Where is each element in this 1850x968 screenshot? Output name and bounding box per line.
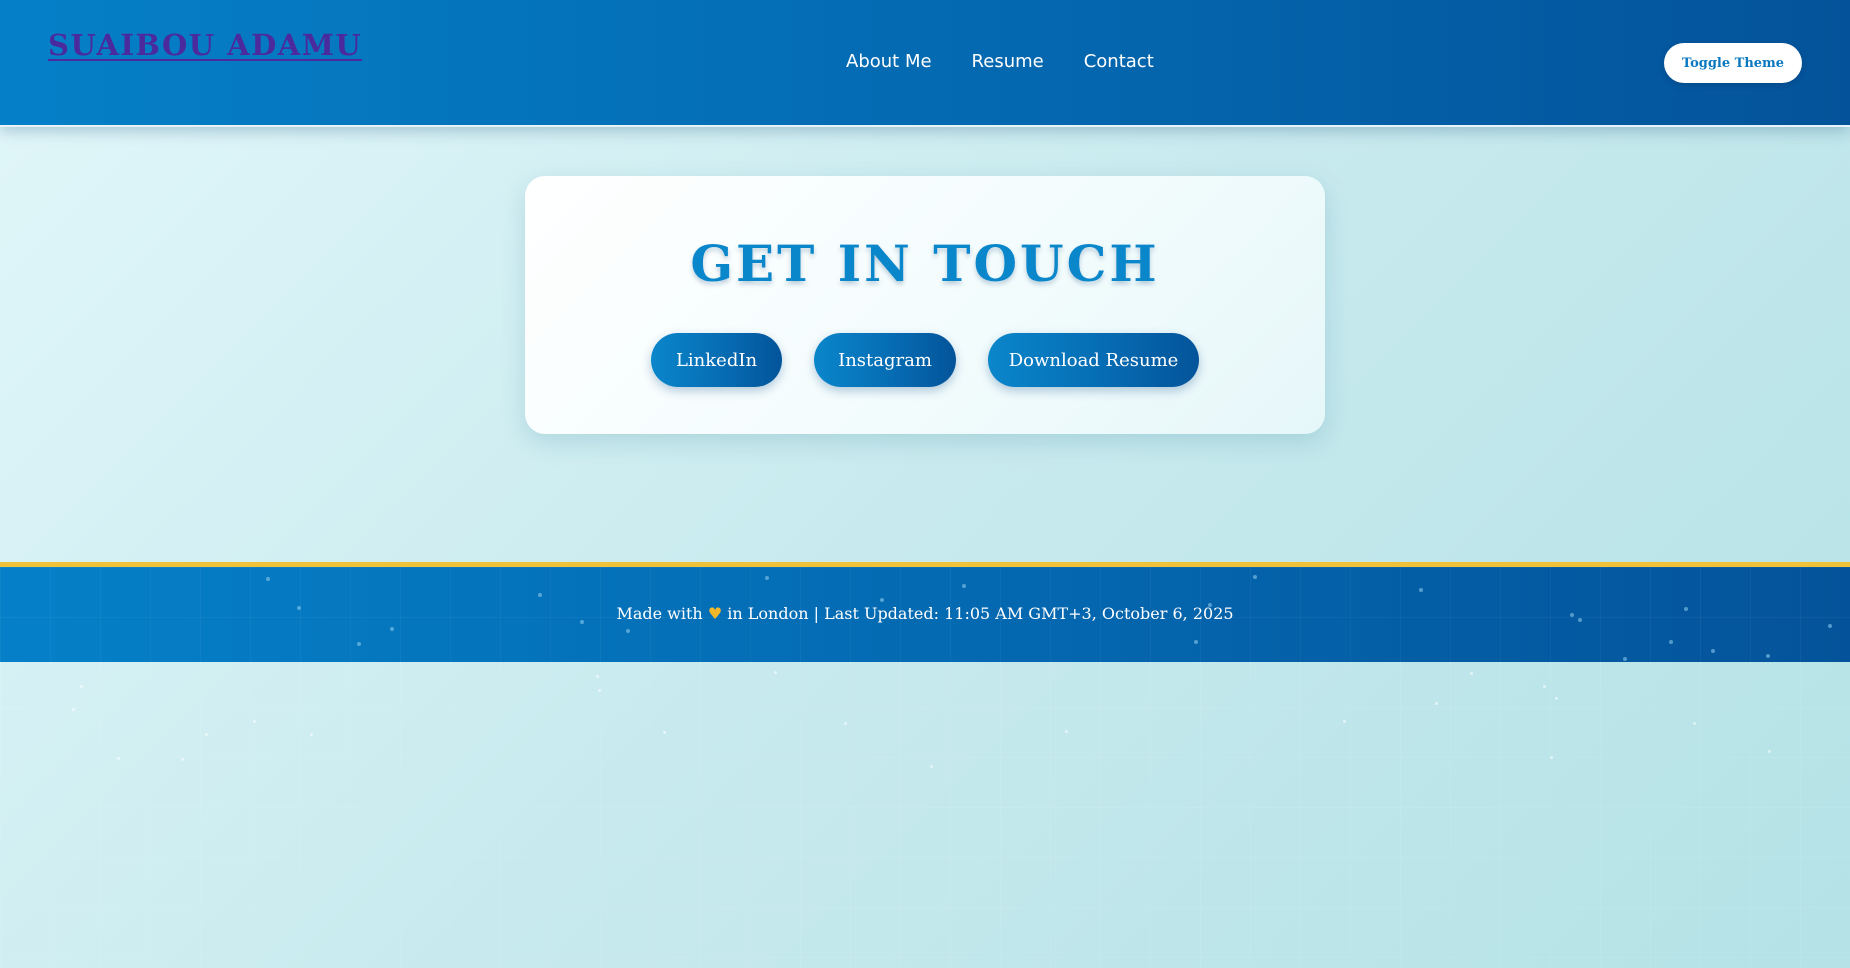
particle-dot	[1194, 640, 1198, 644]
particle-dot	[598, 689, 601, 692]
particle-dot	[1470, 672, 1473, 675]
particle-dot	[1253, 575, 1257, 579]
particle-dot	[1623, 657, 1627, 661]
particle-dot	[765, 576, 769, 580]
particle-dot	[1435, 702, 1438, 705]
contact-card: GET IN TOUCH LinkedIn Instagram Download…	[525, 176, 1325, 434]
particle-dot	[390, 627, 394, 631]
particle-dot	[1828, 624, 1832, 628]
particle-dot	[205, 733, 208, 736]
site-footer: Made with ♥ in London | Last Updated: 11…	[0, 562, 1850, 662]
particle-dot	[844, 722, 847, 725]
particle-dot	[1550, 756, 1553, 759]
brand-logo-link[interactable]: SUAIBOU ADAMU	[48, 28, 362, 62]
particle-dot	[117, 757, 120, 760]
particle-dot	[181, 758, 184, 761]
linkedin-button[interactable]: LinkedIn	[651, 333, 782, 387]
particle-dot	[266, 577, 270, 581]
particle-dot	[1766, 654, 1770, 658]
particle-dot	[1343, 720, 1346, 723]
particle-dot	[1768, 750, 1771, 753]
heart-icon: ♥	[707, 604, 723, 623]
background-grid	[0, 657, 1850, 968]
particle-dot	[1693, 722, 1696, 725]
particle-dot	[930, 765, 933, 768]
nav-link-resume[interactable]: Resume	[972, 51, 1044, 72]
particle-dot	[1543, 685, 1546, 688]
particle-dot	[1711, 649, 1715, 653]
particle-dot	[962, 584, 966, 588]
particle-dot	[596, 675, 599, 678]
footer-made-with: Made with	[616, 604, 703, 623]
site-header: SUAIBOU ADAMU About Me Resume Contact To…	[0, 0, 1850, 127]
particle-dot	[663, 731, 666, 734]
toggle-theme-button[interactable]: Toggle Theme	[1664, 43, 1802, 83]
particle-dot	[357, 642, 361, 646]
particle-dot	[72, 708, 75, 711]
particle-dot	[310, 733, 313, 736]
particle-dot	[80, 685, 83, 688]
footer-location-updated: in London | Last Updated: 11:05 AM GMT+3…	[727, 604, 1234, 623]
contact-title: GET IN TOUCH	[690, 234, 1160, 293]
contact-links: LinkedIn Instagram Download Resume	[525, 333, 1325, 387]
nav-link-about-me[interactable]: About Me	[846, 51, 932, 72]
nav-link-contact[interactable]: Contact	[1084, 51, 1154, 72]
instagram-button[interactable]: Instagram	[814, 333, 956, 387]
main-nav: About Me Resume Contact	[846, 51, 1154, 72]
particle-dot	[1419, 588, 1423, 592]
particle-dot	[538, 593, 542, 597]
footer-text: Made with ♥ in London | Last Updated: 11…	[0, 604, 1850, 623]
particle-dot	[1669, 640, 1673, 644]
particle-dot	[253, 720, 256, 723]
particle-dot	[774, 671, 777, 674]
particle-dot	[880, 598, 884, 602]
particle-dot	[1065, 730, 1068, 733]
particle-dot	[626, 629, 630, 633]
particle-dot	[1555, 697, 1558, 700]
download-resume-button[interactable]: Download Resume	[988, 333, 1199, 387]
